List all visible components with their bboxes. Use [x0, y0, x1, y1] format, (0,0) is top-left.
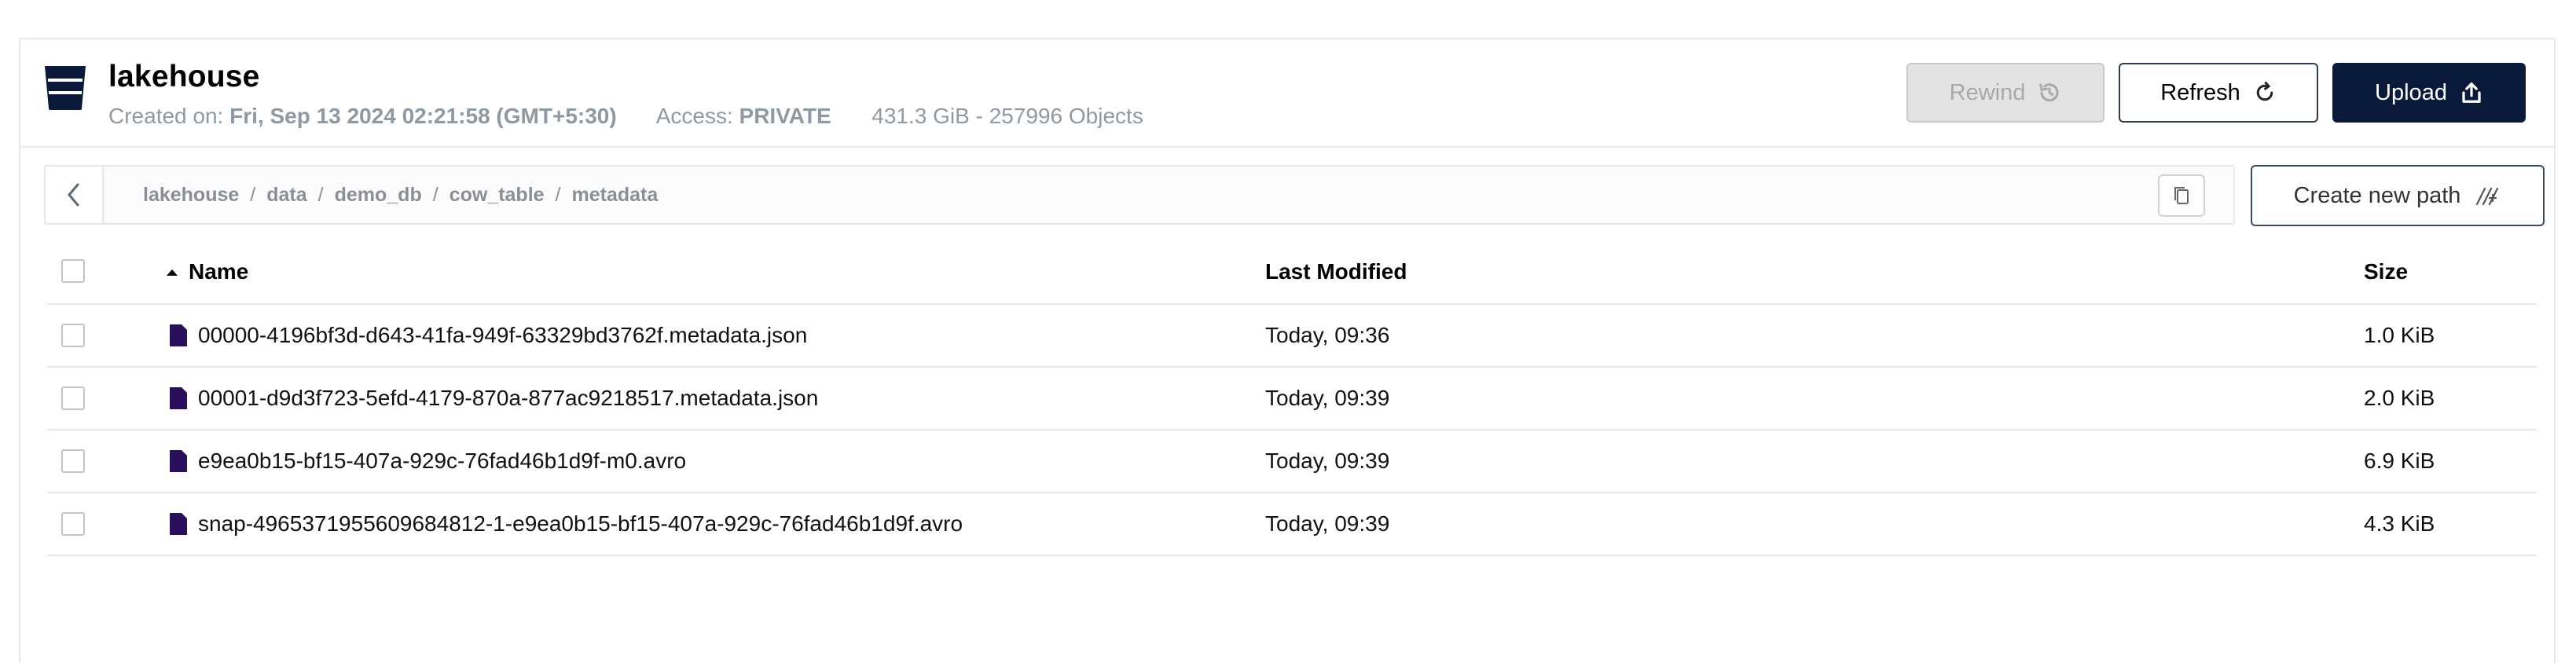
- file-icon: [170, 324, 187, 346]
- row-checkbox[interactable]: [61, 449, 85, 473]
- upload-label: Upload: [2375, 79, 2447, 105]
- new-path-icon: [2476, 187, 2499, 206]
- create-new-path-label: Create new path: [2293, 182, 2461, 208]
- chevron-left-icon: [68, 183, 79, 207]
- file-name-cell[interactable]: snap-4965371955609684812-1-e9ea0b15-bf15…: [168, 493, 963, 555]
- breadcrumb-bar: lakehouse / data / demo_db / cow_table /…: [44, 165, 2235, 225]
- rewind-label: Rewind: [1949, 79, 2026, 105]
- modified-cell: Today, 09:36: [1265, 323, 1390, 347]
- breadcrumb-item-current: metadata: [571, 183, 659, 206]
- history-icon: [2039, 83, 2059, 102]
- row-checkbox[interactable]: [61, 386, 85, 410]
- breadcrumb-item[interactable]: demo_db: [335, 184, 422, 207]
- size-cell: 6.9 KiB: [2364, 449, 2435, 473]
- table-row[interactable]: snap-4965371955609684812-1-e9ea0b15-bf15…: [47, 493, 2537, 556]
- copy-icon: [2174, 187, 2189, 204]
- column-header-size[interactable]: Size: [2364, 240, 2408, 303]
- objects-table: Name Last Modified Size 00000-4196bf3d-d…: [47, 240, 2537, 556]
- back-button[interactable]: [46, 167, 104, 223]
- table-header-row: Name Last Modified Size: [47, 240, 2537, 305]
- refresh-button[interactable]: Refresh: [2119, 63, 2318, 123]
- access-label: Access:: [655, 104, 733, 128]
- upload-icon: [2462, 82, 2481, 103]
- file-name-cell[interactable]: 00001-d9d3f723-5efd-4179-870a-877ac92185…: [168, 368, 818, 429]
- access-value: PRIVATE: [739, 104, 831, 128]
- table-row[interactable]: e9ea0b15-bf15-407a-929c-76fad46b1d9f-m0.…: [47, 430, 2537, 493]
- table-row[interactable]: 00000-4196bf3d-d643-41fa-949f-63329bd376…: [47, 305, 2537, 368]
- upload-button[interactable]: Upload: [2332, 63, 2526, 123]
- bucket-browser-panel: lakehouse Created on: Fri, Sep 13 2024 0…: [19, 38, 2556, 663]
- create-new-path-button[interactable]: Create new path: [2251, 165, 2545, 226]
- bucket-title: lakehouse: [108, 60, 260, 93]
- breadcrumb-item[interactable]: data: [266, 184, 306, 207]
- created-label: Created on:: [108, 104, 224, 128]
- modified-cell: Today, 09:39: [1265, 511, 1390, 536]
- breadcrumb-item[interactable]: cow_table: [450, 184, 545, 207]
- size-cell: 1.0 KiB: [2364, 323, 2435, 347]
- rewind-button[interactable]: Rewind: [1906, 63, 2104, 123]
- column-header-name[interactable]: Name: [165, 240, 248, 303]
- file-icon: [170, 450, 187, 472]
- refresh-icon: [2256, 82, 2273, 101]
- size-cell: 4.3 KiB: [2364, 511, 2435, 536]
- bucket-header: lakehouse Created on: Fri, Sep 13 2024 0…: [20, 39, 2554, 148]
- sort-asc-icon: [167, 269, 178, 276]
- file-name-cell[interactable]: e9ea0b15-bf15-407a-929c-76fad46b1d9f-m0.…: [168, 430, 686, 492]
- select-all-checkbox[interactable]: [61, 259, 85, 283]
- usage-summary: 431.3 GiB - 257996 Objects: [872, 104, 1143, 128]
- breadcrumb: lakehouse / data / demo_db / cow_table /…: [104, 167, 2233, 223]
- row-checkbox[interactable]: [61, 512, 85, 536]
- table-row[interactable]: 00001-d9d3f723-5efd-4179-870a-877ac92185…: [47, 368, 2537, 430]
- bucket-icon: [45, 66, 86, 110]
- modified-cell: Today, 09:39: [1265, 386, 1390, 410]
- size-cell: 2.0 KiB: [2364, 386, 2435, 410]
- file-icon: [170, 387, 187, 409]
- created-value: Fri, Sep 13 2024 02:21:58 (GMT+5:30): [229, 104, 617, 128]
- column-header-modified[interactable]: Last Modified: [1265, 240, 1407, 303]
- copy-path-button[interactable]: [2158, 174, 2205, 217]
- bucket-meta: Created on: Fri, Sep 13 2024 02:21:58 (G…: [108, 104, 1143, 129]
- file-name-cell[interactable]: 00000-4196bf3d-d643-41fa-949f-63329bd376…: [168, 305, 807, 366]
- refresh-label: Refresh: [2160, 79, 2240, 105]
- modified-cell: Today, 09:39: [1265, 449, 1390, 473]
- file-icon: [170, 513, 187, 535]
- breadcrumb-item[interactable]: lakehouse: [143, 184, 239, 207]
- row-checkbox[interactable]: [61, 324, 85, 347]
